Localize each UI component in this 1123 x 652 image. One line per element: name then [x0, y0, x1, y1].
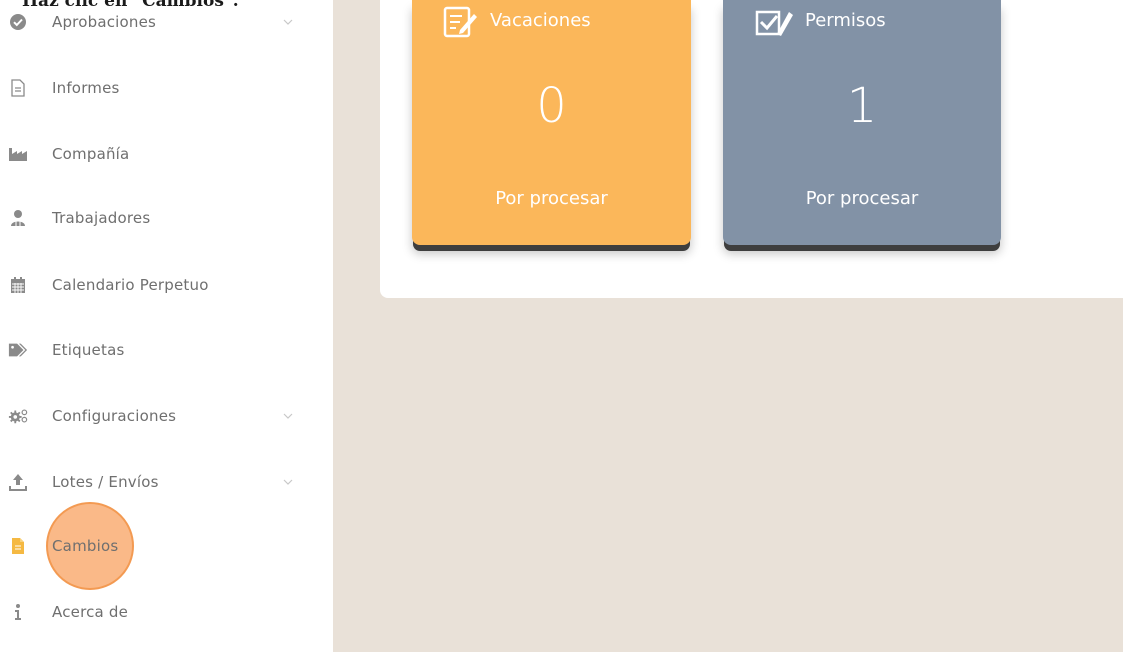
chevron-down-icon[interactable]: [282, 410, 294, 422]
card-title: Vacaciones: [490, 10, 591, 31]
card-subtitle: Por procesar: [805, 188, 919, 209]
sidebar-item-trabajadores[interactable]: Trabajadores: [0, 198, 318, 238]
sidebar-item-calendario-perpetuo[interactable]: Calendario Perpetuo: [0, 265, 318, 305]
sidebar-item-label: Acerca de: [52, 603, 129, 621]
sidebar-item-acerca-de[interactable]: Acerca de: [0, 592, 318, 632]
vacaciones-card[interactable]: Vacaciones 0 Por procesar: [412, 0, 691, 245]
gears-icon: [8, 406, 28, 426]
sidebar-item-label: Trabajadores: [52, 209, 151, 227]
sidebar-divider: [318, 0, 333, 652]
check-circle-icon: [8, 12, 28, 32]
file-icon: [8, 536, 28, 556]
sidebar-item-label: Calendario Perpetuo: [52, 276, 209, 294]
sidebar-item-lotes-envios[interactable]: Lotes / Envíos: [0, 462, 318, 502]
document-icon: [8, 78, 28, 98]
factory-icon: [8, 144, 28, 164]
sidebar-item-label: Informes: [52, 79, 120, 97]
card-title: Permisos: [805, 10, 886, 31]
edit-document-icon: [442, 6, 478, 38]
card-count: 0: [536, 78, 567, 134]
sidebar-item-label: Cambios: [52, 537, 119, 555]
sidebar-item-label: Compañía: [52, 145, 130, 163]
sidebar-item-label: Lotes / Envíos: [52, 473, 159, 491]
sidebar-item-cambios[interactable]: Cambios: [0, 526, 318, 566]
card-count: 1: [846, 78, 878, 134]
sidebar-item-configuraciones[interactable]: Configuraciones: [0, 396, 318, 436]
instruction-caption: Haz clic en "Cambios".: [22, 0, 239, 11]
checkbox-approve-icon: [755, 6, 793, 38]
sidebar-item-label: Aprobaciones: [52, 13, 157, 31]
sidebar-item-informes[interactable]: Informes: [0, 68, 318, 108]
card-subtitle: Por procesar: [495, 188, 608, 209]
chevron-down-icon[interactable]: [282, 16, 294, 28]
info-icon: [8, 602, 28, 622]
chevron-down-icon[interactable]: [282, 476, 294, 488]
tags-icon: [8, 340, 28, 360]
sidebar-item-etiquetas[interactable]: Etiquetas: [0, 330, 318, 370]
sidebar-item-compania[interactable]: Compañía: [0, 134, 318, 174]
user-icon: [8, 208, 28, 228]
app-page: Aprobaciones Informes Compañía Trabajado…: [0, 0, 1123, 652]
upload-icon: [8, 472, 28, 492]
permisos-card[interactable]: Permisos 1 Por procesar: [723, 0, 1001, 245]
calendar-icon: [8, 275, 28, 295]
sidebar-item-label: Configuraciones: [52, 407, 177, 425]
sidebar-item-label: Etiquetas: [52, 341, 125, 359]
